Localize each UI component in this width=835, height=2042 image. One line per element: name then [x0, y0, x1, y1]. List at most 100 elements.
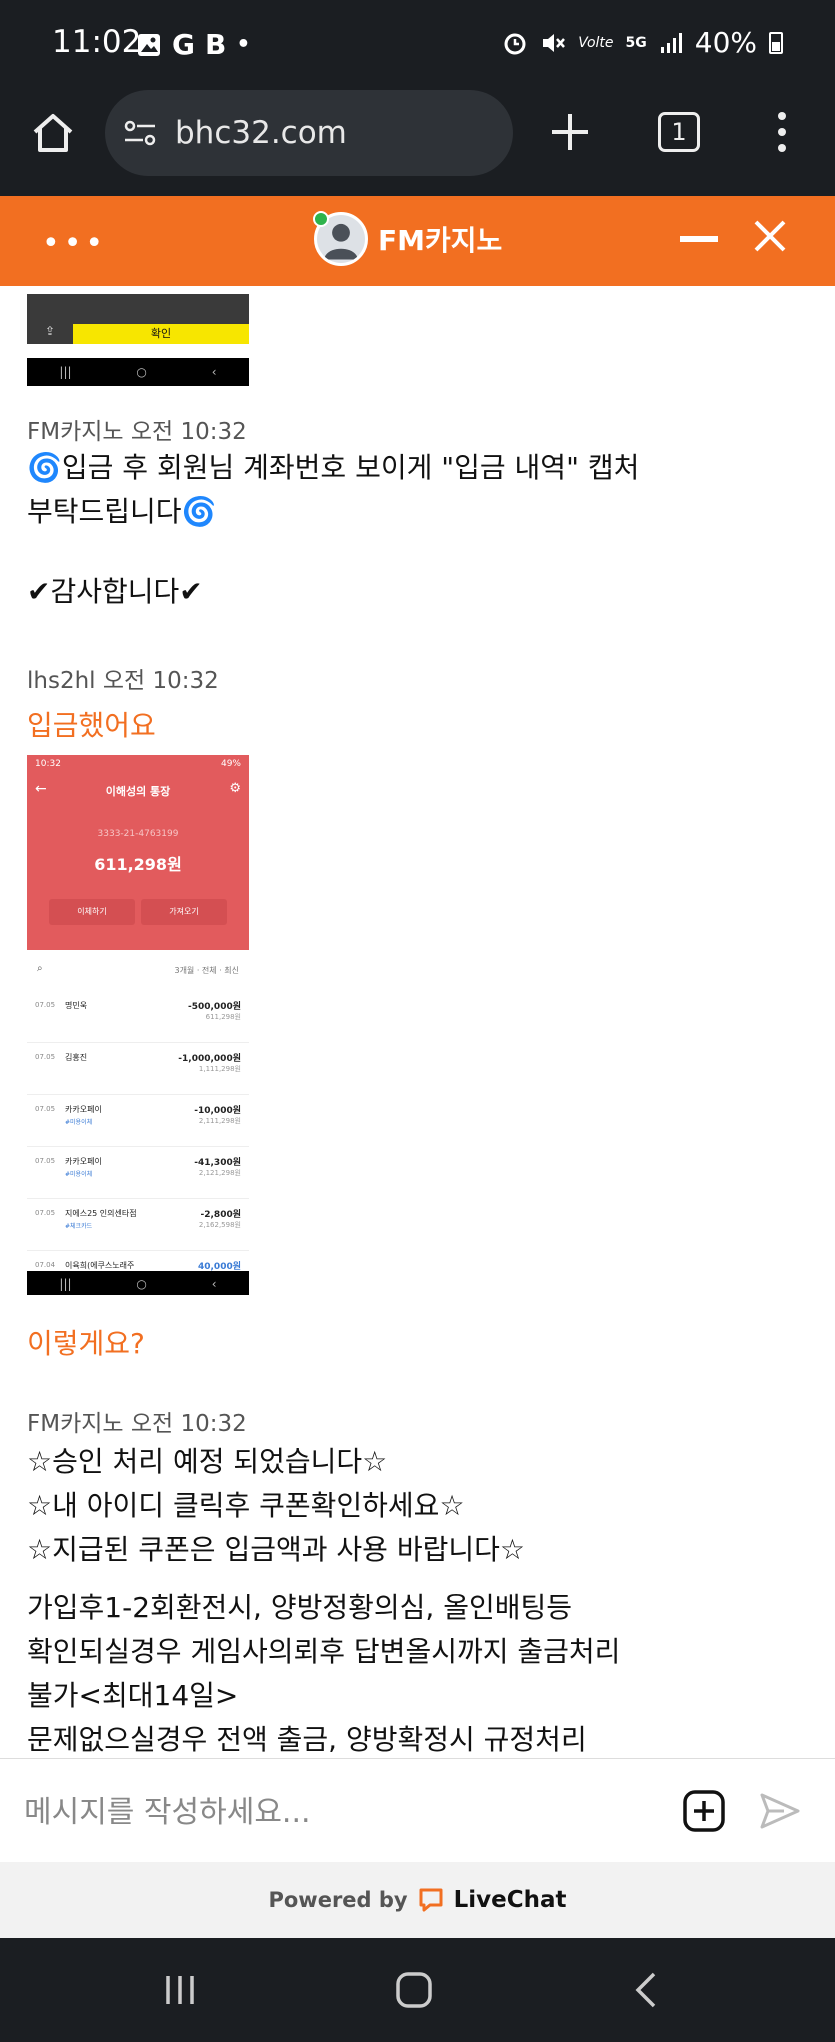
- site-settings-icon[interactable]: [123, 118, 157, 148]
- system-nav-bar: [0, 1938, 835, 2042]
- url-text: bhc32.com: [175, 115, 347, 151]
- tx-name: 명민욱: [65, 1001, 88, 1010]
- powered-by-label: Powered by: [268, 1888, 408, 1912]
- send-icon[interactable]: [758, 1789, 802, 1833]
- share-icon: ⇪: [27, 324, 73, 344]
- chat-menu-icon[interactable]: •••: [42, 226, 107, 261]
- bank-account-number: 3333-21-4763199: [97, 829, 179, 839]
- tx-amount: -41,300원: [194, 1158, 241, 1168]
- url-bar[interactable]: bhc32.com: [105, 90, 513, 176]
- tx-balance: 2,111,298원: [198, 1117, 241, 1125]
- livechat-brand[interactable]: LiveChat: [454, 1887, 567, 1913]
- message-line: 부탁드립니다🌀: [27, 495, 217, 528]
- message-time: 오전 10:32: [102, 668, 219, 694]
- browser-toolbar: bhc32.com 1: [0, 90, 835, 196]
- message-line: 확인되실경우 게임사의뢰후 답변올시까지 출금처리: [27, 1635, 621, 1668]
- tx-amount: -1,000,000원: [178, 1054, 241, 1064]
- recents-icon: |||: [59, 1277, 72, 1291]
- chat-transcript[interactable]: ⇪ 확인 ||| ○ ‹ FM카지노 오전 10:32 🌀입금 후 회원님 계좌…: [0, 286, 835, 1758]
- tx-date: 07.05: [35, 1053, 56, 1061]
- message-line: 🌀입금 후 회원님 계좌번호 보이게 "입금 내역" 캡처: [27, 451, 640, 484]
- system-icons: Volte 5G 40%: [502, 26, 783, 59]
- tx-tag: #체크카드: [65, 1223, 93, 1230]
- tx-tag: #미용이체: [65, 1119, 93, 1126]
- message-input[interactable]: [24, 1785, 644, 1839]
- home-nav-icon[interactable]: [394, 1970, 434, 2010]
- message-text: ☆승인 처리 예정 되었습니다☆ ☆내 아이디 클릭후 쿠폰확인하세요☆ ☆지급…: [27, 1440, 525, 1572]
- bank-filter: 3개월 · 전체 · 최신: [174, 966, 239, 975]
- chat-header: ••• FM카지노: [0, 196, 835, 286]
- tx-name: 카카오페이: [65, 1105, 102, 1114]
- tx-balance: 2,121,298원: [198, 1169, 241, 1177]
- minimize-icon[interactable]: [680, 236, 718, 242]
- tx-tag: #미용이체: [65, 1171, 93, 1178]
- bank-transaction-row: 07.05 김홍진 -1,000,000원 1,111,298원: [27, 1043, 249, 1095]
- tx-balance: 611,298원: [205, 1013, 241, 1021]
- message-text-visitor: 입금했어요: [27, 709, 156, 742]
- home-circle-icon: ○: [136, 1277, 147, 1291]
- livechat-logo-icon[interactable]: [418, 1887, 444, 1913]
- tx-name: 김홍진: [65, 1053, 88, 1062]
- home-icon[interactable]: [30, 110, 76, 156]
- message-author: lhs2hl: [27, 668, 96, 694]
- tx-amount: -500,000원: [187, 1002, 241, 1012]
- attach-plus-icon[interactable]: [682, 1789, 726, 1833]
- agent-name: FM카지노: [378, 224, 503, 257]
- alarm-icon: [504, 33, 526, 54]
- recent-apps-icon[interactable]: [162, 1972, 198, 2008]
- message-text: 🌀입금 후 회원님 계좌번호 보이게 "입금 내역" 캡처 부탁드립니다🌀 ✔감…: [27, 446, 639, 614]
- battery-icon: [769, 31, 783, 54]
- confirm-button-image: 확인: [73, 324, 249, 344]
- dot-icon: •: [236, 32, 251, 57]
- message-meta: FM카지노 오전 10:32: [27, 1404, 247, 1438]
- tx-date: 07.05: [35, 1209, 56, 1217]
- message-time: 오전 10:32: [130, 419, 247, 445]
- home-circle-icon: ○: [136, 365, 147, 379]
- message-line: 가입후1-2회환전시, 양방정황의심, 올인배팅등: [27, 1591, 573, 1624]
- bank-search-icon: ⌕: [37, 963, 43, 974]
- signal-icon: [660, 32, 682, 53]
- tab-switcher-button[interactable]: 1: [658, 112, 700, 152]
- back-nav-icon[interactable]: [632, 1970, 660, 2010]
- 5g-icon: 5G: [625, 34, 647, 51]
- tx-amount: -10,000원: [194, 1106, 241, 1116]
- message-line: 불가<최대14일>: [27, 1679, 239, 1712]
- bank-transfer-button: 이체하기: [49, 899, 135, 925]
- attachment-image-partial[interactable]: ⇪ 확인 ||| ○ ‹: [27, 294, 249, 386]
- tx-name: 이육희(에쿠스노래주: [65, 1261, 135, 1270]
- message-author: FM카지노: [27, 1411, 124, 1437]
- tx-balance: 1,111,298원: [198, 1065, 241, 1073]
- recents-icon: |||: [59, 365, 72, 379]
- message-composer: [0, 1758, 835, 1862]
- tx-amount: -2,800원: [200, 1210, 241, 1220]
- message-line: 문제없으실경우 전액 출금, 양방확정시 규정처리: [27, 1723, 587, 1756]
- close-icon[interactable]: [750, 216, 790, 256]
- new-tab-icon[interactable]: [548, 110, 592, 154]
- bank-transaction-row: 07.05 지에스25 인의센타점 #체크카드 -2,800원 2,162,598원: [27, 1199, 249, 1251]
- google-icon: G: [172, 28, 195, 61]
- online-indicator: [313, 211, 329, 227]
- tx-balance: 2,162,598원: [198, 1221, 241, 1229]
- message-text-visitor: 이렇게요?: [27, 1327, 145, 1360]
- message-author: FM카지노: [27, 419, 124, 445]
- b-icon: B: [204, 28, 227, 61]
- bank-balance: 611,298원: [94, 855, 182, 874]
- message-line: ☆승인 처리 예정 되었습니다☆: [27, 1445, 388, 1478]
- message-line: ✔감사합니다✔: [27, 575, 203, 608]
- bank-status-time: 10:32: [35, 759, 61, 769]
- back-icon: ‹: [211, 1277, 217, 1291]
- message-meta: lhs2hl 오전 10:32: [27, 661, 219, 695]
- bank-title: 이해성의 통장: [105, 785, 171, 798]
- image-icon: [138, 33, 160, 56]
- message-text: 가입후1-2회환전시, 양방정황의심, 올인배팅등 확인되실경우 게임사의뢰후 …: [27, 1586, 620, 1758]
- bank-transaction-row: 07.05 카카오페이 #미용이체 -41,300원 2,121,298원: [27, 1147, 249, 1199]
- tx-date: 07.05: [35, 1105, 56, 1113]
- tx-name: 카카오페이: [65, 1157, 102, 1166]
- volte-icon: Volte: [578, 34, 614, 51]
- attachment-image-bank-statement[interactable]: 10:32 49% ← 이해성의 통장 ⚙ 3333-21-4763199 61…: [27, 755, 249, 1295]
- message-line: ☆지급된 쿠폰은 입금액과 사용 바랍니다☆: [27, 1533, 525, 1566]
- more-menu-icon[interactable]: [776, 110, 788, 154]
- tx-date: 07.04: [35, 1261, 56, 1269]
- status-time: 11:02: [52, 24, 142, 60]
